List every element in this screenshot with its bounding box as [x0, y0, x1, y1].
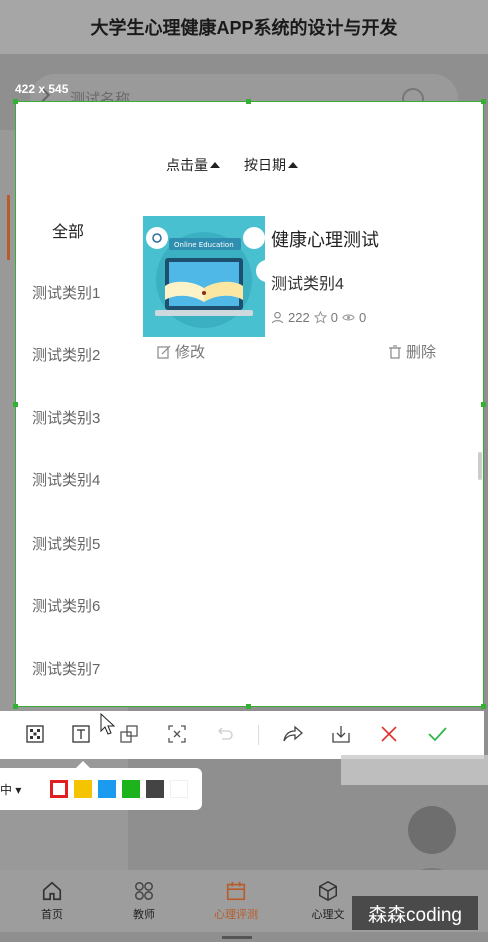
ocr-tool[interactable] — [166, 723, 188, 745]
color-swatch-gray[interactable] — [146, 780, 164, 798]
delete-label: 删除 — [406, 344, 437, 361]
sort-asc-icon — [210, 162, 220, 168]
size-dropdown-value: 中 — [0, 783, 13, 797]
category-item[interactable]: 测试类别6 — [32, 595, 100, 616]
nav-label: 教师 — [133, 909, 155, 921]
test-stats: 222 0 0 — [271, 310, 366, 325]
capture-toolbar — [0, 711, 484, 759]
mosaic-tool[interactable] — [24, 723, 46, 745]
pin-tool[interactable] — [118, 723, 140, 745]
capture-size-label: 422 x 545 — [15, 82, 69, 96]
mouse-cursor-icon — [100, 713, 116, 735]
cancel-tool[interactable] — [378, 723, 400, 745]
category-item[interactable]: 测试类别5 — [32, 533, 100, 554]
sort-by-clicks[interactable]: 点击量 — [166, 155, 220, 175]
favorites-count: 0 — [330, 310, 338, 325]
category-item[interactable]: 测试类别3 — [32, 407, 100, 428]
home-icon — [42, 881, 62, 901]
text-icon — [72, 725, 90, 743]
active-category-indicator — [7, 195, 10, 260]
check-icon — [428, 727, 447, 742]
category-item[interactable]: 测试类别4 — [32, 469, 100, 490]
color-swatch-yellow[interactable] — [74, 780, 92, 798]
nav-item-teacher[interactable]: 教师 — [98, 870, 190, 932]
category-all[interactable]: 全部 — [52, 218, 84, 242]
share-icon — [283, 725, 303, 742]
resize-handle-left[interactable] — [13, 402, 18, 407]
delete-button[interactable]: 删除 — [388, 341, 436, 362]
category-item[interactable]: 测试类别7 — [32, 658, 100, 679]
undo-icon — [218, 727, 233, 740]
ocr-icon — [168, 725, 186, 743]
capture-selection-frame[interactable] — [13, 99, 486, 709]
sort-asc-icon — [288, 162, 298, 168]
views-count: 222 — [288, 310, 310, 325]
color-panel: 中 ▾ — [0, 761, 202, 810]
color-swatch-white[interactable] — [170, 780, 188, 798]
resize-handle-top-left[interactable] — [13, 99, 18, 104]
resize-handle-right[interactable] — [481, 402, 486, 407]
sort-clicks-label: 点击量 — [166, 157, 208, 173]
edit-label: 修改 — [175, 344, 206, 361]
calendar-icon — [226, 881, 246, 901]
nav-item-assessment[interactable]: 心理评测 — [190, 870, 282, 932]
grid-icon — [135, 882, 153, 900]
edit-button[interactable]: 修改 — [157, 341, 205, 362]
nav-label: 心理文 — [311, 909, 345, 921]
watermark-text: 森森coding — [368, 904, 462, 926]
color-swatch-green[interactable] — [122, 780, 140, 798]
color-swatch-red[interactable] — [50, 780, 68, 798]
undo-tool[interactable] — [214, 723, 236, 745]
test-thumbnail[interactable]: Online Education — [143, 216, 265, 337]
edit-icon — [157, 345, 171, 359]
sort-by-date[interactable]: 按日期 — [244, 155, 298, 175]
star-icon — [313, 311, 327, 324]
resize-handle-top[interactable] — [246, 99, 251, 104]
home-indicator — [222, 936, 252, 939]
test-category: 测试类别4 — [271, 276, 344, 293]
save-tool[interactable] — [330, 723, 352, 745]
resize-handle-bottom-right[interactable] — [481, 704, 486, 709]
download-icon — [332, 726, 350, 743]
nav-label: 心理评测 — [214, 909, 258, 921]
scrollbar-thumb[interactable] — [478, 452, 482, 480]
resize-handle-bottom-left[interactable] — [13, 704, 18, 709]
nav-label: 首页 — [41, 909, 63, 921]
toolbar-divider — [258, 725, 259, 745]
category-item[interactable]: 测试类别1 — [32, 282, 100, 303]
nav-item-home[interactable]: 首页 — [6, 870, 98, 932]
app-title-bar: 大学生心理健康APP系统的设计与开发 — [0, 0, 488, 54]
text-tool[interactable] — [70, 723, 92, 745]
comments-count: 0 — [358, 310, 367, 325]
color-swatch-blue[interactable] — [98, 780, 116, 798]
online-education-illustration: Online Education — [143, 216, 265, 337]
category-item[interactable]: 测试类别2 — [32, 344, 100, 365]
user-icon — [271, 311, 284, 324]
close-icon — [381, 726, 397, 742]
cube-icon — [319, 880, 337, 902]
mosaic-icon — [26, 725, 44, 743]
sort-date-label: 按日期 — [244, 157, 286, 173]
eye-icon — [342, 314, 355, 321]
share-tool[interactable] — [282, 723, 304, 745]
floating-action-button[interactable] — [408, 806, 456, 854]
trash-icon — [389, 344, 401, 359]
toolbar-shadow — [341, 755, 488, 785]
app-title: 大学生心理健康APP系统的设计与开发 — [90, 18, 398, 38]
size-dropdown[interactable]: 中 ▾ — [0, 781, 21, 798]
copy-icon — [120, 725, 138, 743]
thumbnail-caption: Online Education — [174, 241, 234, 249]
watermark: 森森coding — [352, 896, 478, 930]
resize-handle-top-right[interactable] — [481, 99, 486, 104]
resize-handle-bottom[interactable] — [246, 704, 251, 709]
confirm-tool[interactable] — [426, 723, 448, 745]
test-title[interactable]: 健康心理测试 — [271, 226, 379, 252]
